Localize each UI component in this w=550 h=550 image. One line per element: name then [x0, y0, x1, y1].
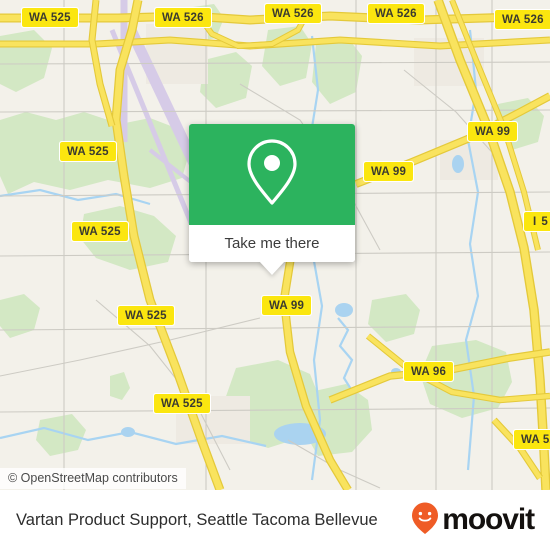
- highway-shield-wa-525: WA 525: [117, 305, 175, 326]
- footer-bar: Vartan Product Support, Seattle Tacoma B…: [0, 490, 550, 550]
- popup-header: [189, 124, 355, 225]
- highway-shield-i-5: I 5: [523, 211, 550, 232]
- map-pin-icon: [243, 136, 301, 213]
- highway-shield-wa-99: WA 99: [260, 295, 313, 316]
- highway-shield-wa-526: WA 526: [494, 9, 550, 30]
- highway-shield-wa-526: WA 526: [264, 3, 322, 24]
- moovit-smiley-pin-icon: [410, 501, 440, 540]
- map-popup-callout[interactable]: Take me there: [189, 124, 355, 275]
- highway-shield-wa-525: WA 525: [59, 141, 117, 162]
- highway-shield-wa-99: WA 99: [466, 121, 519, 142]
- highway-shield-wa-525: WA 525: [71, 221, 129, 242]
- highway-shield-wa-96: WA 96: [402, 361, 455, 382]
- highway-shield-wa-526: WA 526: [154, 7, 212, 28]
- popup-action-bar[interactable]: Take me there: [189, 225, 355, 262]
- location-title: Vartan Product Support, Seattle Tacoma B…: [16, 510, 378, 529]
- map-canvas[interactable]: WA 525 WA 526 WA 526 WA 526 WA 526 WA 52…: [0, 0, 550, 490]
- moovit-brand-logo[interactable]: moovit: [410, 501, 535, 540]
- moovit-wordmark: moovit: [442, 503, 535, 536]
- highway-shield-wa-527: WA 52: [512, 429, 550, 450]
- highway-shield-wa-525: WA 525: [153, 393, 211, 414]
- take-me-there-label: Take me there: [224, 235, 320, 252]
- highway-shield-wa-99: WA 99: [362, 161, 415, 182]
- osm-attribution[interactable]: © OpenStreetMap contributors: [0, 468, 186, 489]
- highway-shield-wa-525: WA 525: [21, 7, 79, 28]
- popup-tail-pointer: [259, 261, 285, 275]
- highway-shield-wa-526: WA 526: [367, 3, 425, 24]
- map-screenshot: WA 525 WA 526 WA 526 WA 526 WA 526 WA 52…: [0, 0, 550, 550]
